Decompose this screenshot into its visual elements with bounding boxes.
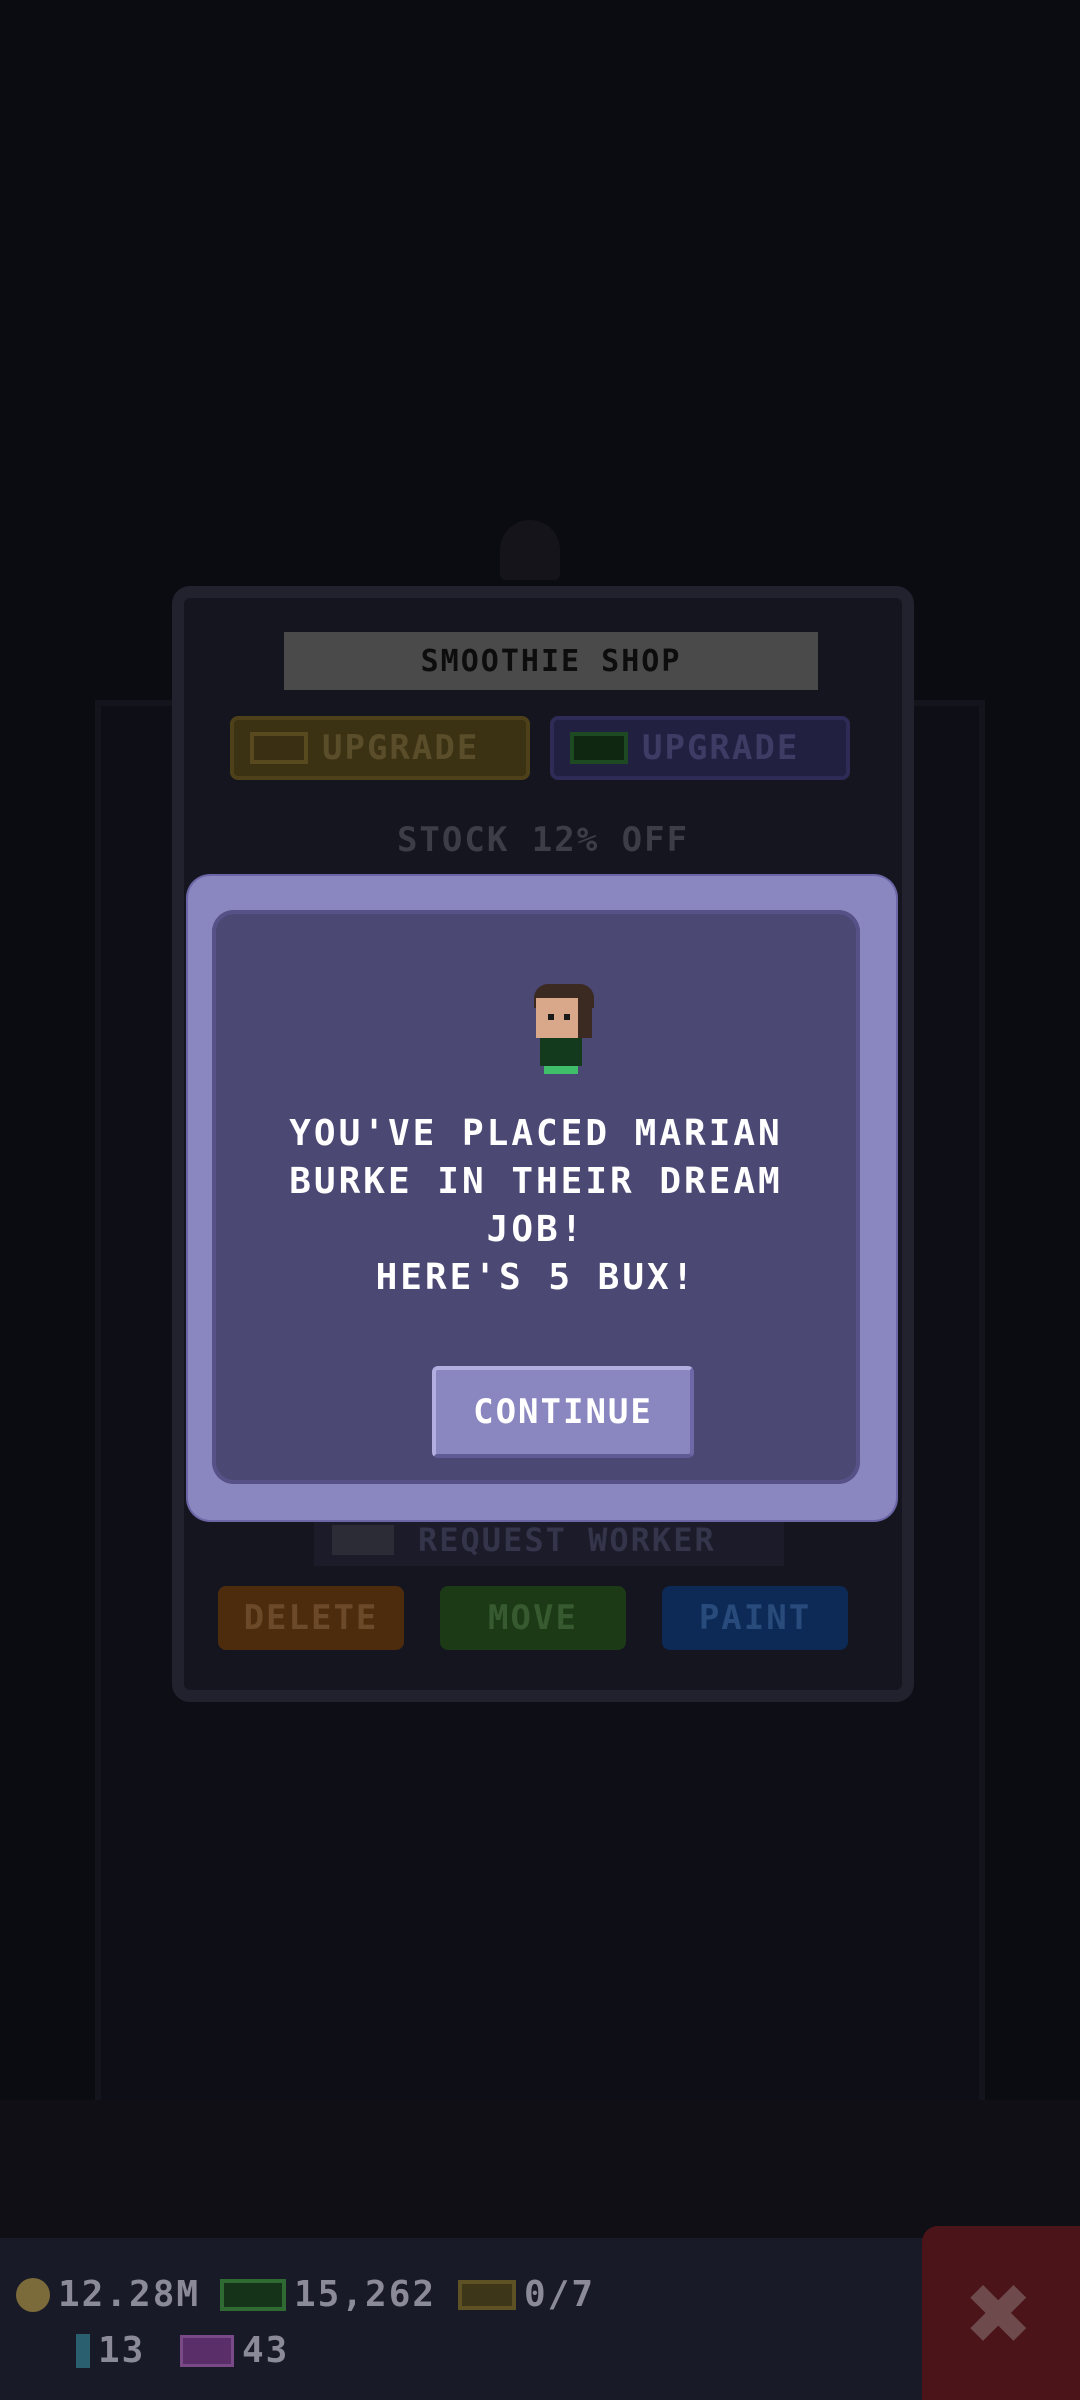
tv-value: 43 xyxy=(242,2330,290,2371)
upgrade-coins-label: UPGRADE xyxy=(322,728,480,768)
bux-icon xyxy=(220,2278,286,2311)
delete-button[interactable]: DELETE xyxy=(218,1586,404,1650)
tickets-counter: 0/7 xyxy=(458,2274,595,2315)
move-button[interactable]: MOVE xyxy=(440,1586,626,1650)
tv-counter: 43 xyxy=(180,2330,289,2371)
coins-value: 12.28M xyxy=(58,2274,201,2315)
tower-bell xyxy=(500,520,560,580)
ticket-icon xyxy=(458,2279,516,2310)
bux-value: 15,262 xyxy=(294,2274,437,2315)
dialog-message: YOU'VE PLACED MARIAN BURKE IN THEIR DREA… xyxy=(289,1113,783,1298)
toolbar-strip xyxy=(0,2100,1080,2238)
room-title: SMOOTHIE SHOP xyxy=(284,632,818,690)
upgrade-bux-button[interactable]: UPGRADE xyxy=(550,716,850,780)
upgrade-bux-label: UPGRADE xyxy=(642,728,800,768)
coin-icon xyxy=(16,2277,50,2312)
request-worker-button[interactable]: REQUEST WORKER xyxy=(314,1514,784,1566)
upgrade-coins-button[interactable]: UPGRADE xyxy=(230,716,530,780)
currency-bar: 12.28M 15,262 0/7 13 43 xyxy=(0,2238,1080,2400)
worker-icon xyxy=(332,1525,394,1555)
dream-job-dialog: YOU'VE PLACED MARIAN BURKE IN THEIR DREA… xyxy=(188,876,896,1520)
bux-icon xyxy=(570,732,628,764)
tickets-value: 0/7 xyxy=(524,2274,596,2315)
dialog-body: YOU'VE PLACED MARIAN BURKE IN THEIR DREA… xyxy=(212,910,860,1484)
gems-counter: 13 xyxy=(76,2330,145,2371)
request-worker-label: REQUEST WORKER xyxy=(418,1521,716,1559)
continue-button[interactable]: CONTINUE xyxy=(432,1366,694,1458)
ticket-icon xyxy=(250,732,308,764)
coins-counter: 12.28M xyxy=(16,2274,200,2315)
close-x-icon[interactable]: ✖ xyxy=(922,2226,1080,2400)
gem-icon xyxy=(76,2333,90,2368)
bux-counter: 15,262 xyxy=(220,2274,436,2315)
stock-discount-text: STOCK 12% OFF xyxy=(396,820,690,860)
tv-icon xyxy=(180,2334,234,2367)
paint-button[interactable]: PAINT xyxy=(662,1586,848,1650)
worker-avatar xyxy=(530,984,594,1074)
gems-value: 13 xyxy=(98,2330,146,2371)
